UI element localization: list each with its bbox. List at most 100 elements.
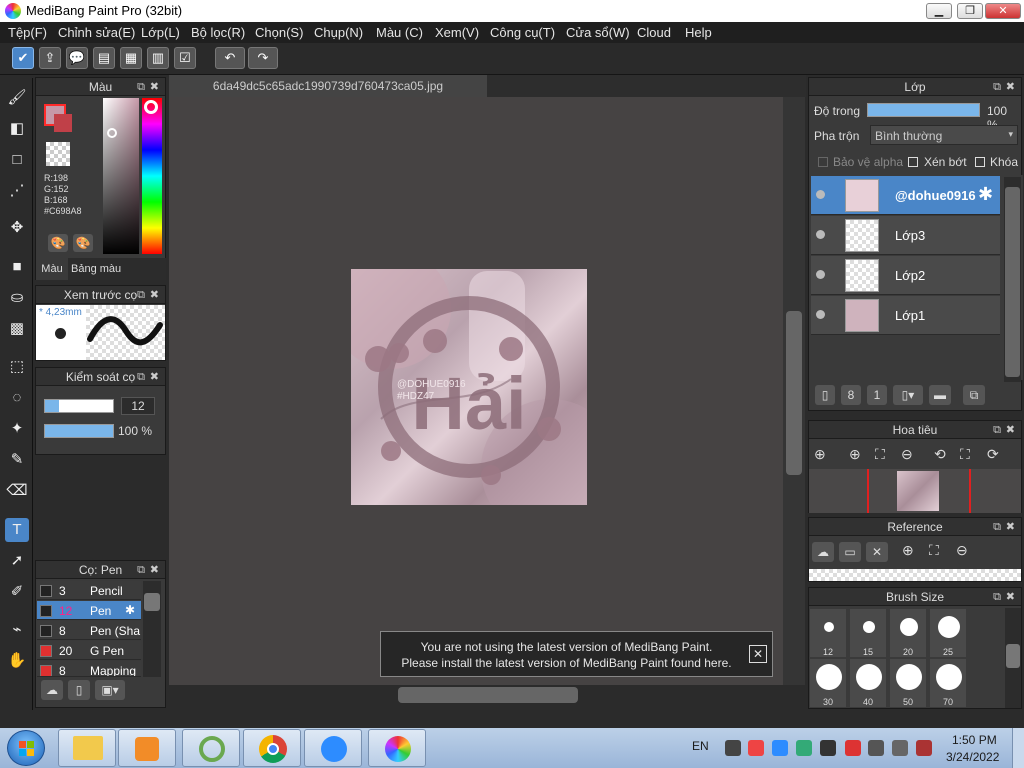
eraser-tool-icon[interactable]: ◧: [5, 117, 29, 141]
brush-size-cell[interactable]: 50: [889, 658, 927, 708]
shape-tool-icon[interactable]: □: [5, 148, 29, 172]
start-button[interactable]: [7, 730, 45, 766]
materials-icon[interactable]: ▤: [93, 47, 115, 69]
palette-icon[interactable]: 🎨: [48, 234, 68, 252]
canvas-vertical-scrollbar[interactable]: [783, 97, 805, 687]
network-tray-icon[interactable]: [796, 740, 812, 756]
zoom-tray-icon[interactable]: [772, 740, 788, 756]
close-button[interactable]: ✕: [985, 3, 1021, 19]
fit-screen-icon[interactable]: ⛶: [929, 542, 939, 559]
brush-item-selected[interactable]: 12 Pen ✱: [37, 601, 141, 620]
dot-brush-icon[interactable]: ⋰: [5, 179, 29, 203]
menu-help[interactable]: Help: [685, 25, 712, 40]
undock-icon[interactable]: ⧉: [137, 286, 145, 304]
zoom-in-icon[interactable]: ⊕: [849, 446, 861, 463]
blend-mode-select[interactable]: Bình thường ▾: [870, 125, 1018, 145]
lasso-icon[interactable]: ◌: [5, 386, 29, 410]
tab-color[interactable]: Màu: [36, 258, 68, 280]
new-halftone-layer-icon[interactable]: 8: [841, 385, 861, 405]
undock-icon[interactable]: ⧉: [993, 78, 1001, 96]
brush-size-scrollbar[interactable]: [1005, 608, 1021, 708]
zoom-out-icon[interactable]: ⊖: [956, 542, 968, 559]
show-desktop-button[interactable]: [1012, 728, 1024, 768]
cloud-reference-icon[interactable]: ☁: [812, 542, 834, 562]
unikey-tray-icon[interactable]: [820, 740, 836, 756]
select-rect-icon[interactable]: ⬚: [5, 355, 29, 379]
menu-tools[interactable]: Công cụ(T): [490, 25, 555, 40]
brush-size-cell[interactable]: 25: [929, 608, 967, 658]
layer-settings-gear-icon[interactable]: ✱: [978, 184, 993, 205]
zoom-in-icon[interactable]: ⊕: [902, 542, 914, 559]
clock-date[interactable]: 3/24/2022: [946, 750, 999, 764]
brush-list-scrollbar[interactable]: [143, 581, 161, 677]
operation-tool-icon[interactable]: ➚: [5, 549, 29, 573]
clipping-checkbox[interactable]: [908, 157, 918, 167]
menu-layer[interactable]: Lớp(L): [141, 25, 180, 40]
brush-settings-gear-icon[interactable]: ✱: [125, 603, 135, 617]
close-panel-icon[interactable]: ✖: [150, 368, 159, 386]
brush-opacity-slider[interactable]: [44, 424, 114, 438]
maximize-button[interactable]: ❐: [957, 3, 983, 19]
undock-icon[interactable]: ⧉: [993, 588, 1001, 606]
brush-menu-icon[interactable]: ▣▾: [95, 680, 125, 700]
v-tray-icon[interactable]: [845, 740, 861, 756]
text-tool-icon[interactable]: T: [5, 518, 29, 542]
rotate-right-icon[interactable]: ⟳: [987, 446, 999, 463]
open-folder-icon[interactable]: ▭: [839, 542, 861, 562]
brush-size-cell[interactable]: 15: [849, 608, 887, 658]
move-tool-icon[interactable]: ✥: [5, 216, 29, 240]
redo-button[interactable]: ↷: [248, 47, 278, 69]
duplicate-layer-icon[interactable]: ⧉: [963, 385, 985, 405]
layer-list-scrollbar[interactable]: [1004, 177, 1021, 382]
reference-canvas[interactable]: [809, 569, 1021, 581]
bucket-tool-icon[interactable]: ⛀: [5, 286, 29, 310]
volume-icon[interactable]: [892, 740, 908, 756]
undock-icon[interactable]: ⧉: [993, 518, 1001, 536]
saturation-value-picker[interactable]: [103, 98, 139, 254]
new-brush-icon[interactable]: ▯: [68, 680, 90, 700]
layer-row[interactable]: Lớp3: [811, 216, 1000, 255]
brush-size-cell[interactable]: 30: [809, 658, 847, 708]
eye-visibility-icon[interactable]: [816, 270, 825, 279]
divide-tool-icon[interactable]: ✐: [5, 580, 29, 604]
horizontal-scroll-thumb[interactable]: [398, 687, 578, 703]
vertical-scroll-thumb[interactable]: [786, 311, 802, 475]
menu-select[interactable]: Chọn(S): [255, 25, 303, 40]
share-icon[interactable]: ⇪: [39, 47, 61, 69]
add-layer-menu-icon[interactable]: ▯▾: [893, 385, 923, 405]
zoom-reset-icon[interactable]: ⊕: [814, 446, 826, 463]
menu-snap[interactable]: Chụp(N): [314, 25, 363, 40]
close-reference-icon[interactable]: ✕: [866, 542, 888, 562]
cloud-save-icon[interactable]: ✔: [12, 47, 34, 69]
update-notification[interactable]: You are not using the latest version of …: [380, 631, 773, 677]
gradient-tool-icon[interactable]: ▩: [5, 317, 29, 341]
palette-add-icon[interactable]: 🎨: [73, 234, 93, 252]
close-panel-icon[interactable]: ✖: [150, 286, 159, 304]
brush-tool-icon[interactable]: 🖌: [5, 86, 29, 110]
chat-tray-icon[interactable]: [748, 740, 764, 756]
canvas-horizontal-scrollbar[interactable]: [169, 685, 805, 707]
fit-actual-icon[interactable]: ⛶: [960, 446, 970, 463]
clock-time[interactable]: 1:50 PM: [952, 733, 997, 747]
eye-visibility-icon[interactable]: [816, 190, 825, 199]
undock-icon[interactable]: ⧉: [993, 421, 1001, 439]
select-eraser-icon[interactable]: ⌫: [5, 479, 29, 503]
brush-item[interactable]: 20 G Pen: [37, 641, 141, 660]
eye-visibility-icon[interactable]: [816, 230, 825, 239]
device-tray-icon[interactable]: [868, 740, 884, 756]
language-indicator[interactable]: EN: [692, 739, 709, 753]
transparent-color-swatch[interactable]: [46, 142, 70, 166]
file-explorer-button[interactable]: [58, 729, 116, 767]
lock-checkbox[interactable]: [975, 157, 985, 167]
rotate-left-icon[interactable]: ⟲: [934, 446, 946, 463]
menu-cloud[interactable]: Cloud: [637, 25, 671, 40]
select-pen-icon[interactable]: ✎: [5, 448, 29, 472]
brush-size-cell[interactable]: 12: [809, 608, 847, 658]
eye-visibility-icon[interactable]: [816, 310, 825, 319]
layer-row-selected[interactable]: @dohue0916 ✱: [811, 176, 1000, 215]
close-panel-icon[interactable]: ✖: [1006, 518, 1015, 536]
media-player-button[interactable]: [118, 729, 176, 767]
zoom-out-icon[interactable]: ⊖: [901, 446, 913, 463]
close-panel-icon[interactable]: ✖: [150, 561, 159, 579]
layer-opacity-slider[interactable]: [867, 103, 980, 117]
